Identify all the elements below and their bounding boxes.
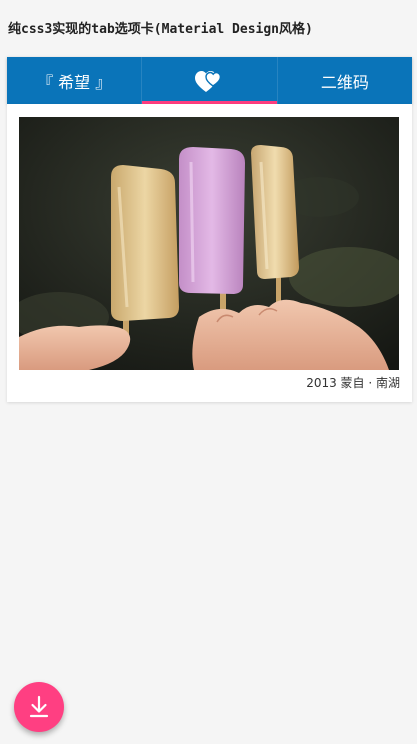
tab-hearts[interactable] <box>141 57 277 104</box>
download-button[interactable] <box>14 682 64 732</box>
page: 纯css3实现的tab选项卡(Material Design风格) 『 希望 』… <box>0 0 417 744</box>
tab-content-card: 2013 蒙自 · 南湖 <box>7 104 412 402</box>
page-title: 纯css3实现的tab选项卡(Material Design风格) <box>8 22 313 37</box>
photo-caption: 2013 蒙自 · 南湖 <box>306 376 400 390</box>
tab-bar: 『 希望 』 二维码 <box>7 57 412 104</box>
tab-qrcode[interactable]: 二维码 <box>276 57 412 104</box>
tab-hope-label: 『 希望 』 <box>37 72 112 92</box>
tab-hope[interactable]: 『 希望 』 <box>7 57 141 104</box>
tab-qrcode-label: 二维码 <box>320 72 369 92</box>
hearts-icon <box>195 70 222 92</box>
download-icon <box>29 695 49 718</box>
popsicles-photo <box>19 117 399 370</box>
